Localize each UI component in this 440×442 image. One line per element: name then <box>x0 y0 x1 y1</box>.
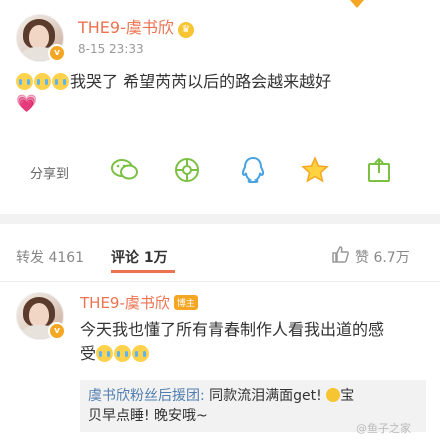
crying-emoji-icon <box>52 73 69 90</box>
share-label: 分享到 <box>30 167 70 182</box>
post-author[interactable]: THE9-虞书欣 ♛ <box>78 14 194 38</box>
tab-divider <box>0 281 440 282</box>
reply-text: 同款流泪满面get! <box>204 388 327 404</box>
crying-emoji-icon <box>114 345 132 362</box>
qq-icon[interactable] <box>236 153 270 187</box>
more-share-icon[interactable] <box>362 153 396 187</box>
cat-emoji-icon <box>326 388 341 402</box>
like-icon[interactable] <box>330 244 350 264</box>
dropdown-arrow-icon[interactable] <box>350 0 364 8</box>
comment-text-line1: 今天我也懂了所有青春制作人看我出道的感 <box>80 320 385 339</box>
comment-text-line2: 受 <box>80 344 97 363</box>
tab-likes[interactable]: 赞 6.7万 <box>355 247 410 267</box>
section-divider <box>0 214 440 224</box>
post-time: 8-15 23:33 <box>78 42 144 56</box>
crying-emoji-icon <box>34 73 51 90</box>
comment-username[interactable]: THE9-虞书欣 <box>80 294 170 312</box>
tab-repost[interactable]: 转发 4161 <box>16 247 84 267</box>
post-body: 我哭了 希望芮芮以后的路会越来越好 💗 <box>16 71 436 115</box>
reply-username[interactable]: 虞书欣粉丝后援团: <box>88 388 205 404</box>
post-username[interactable]: THE9-虞书欣 <box>78 18 174 37</box>
watermark: @鱼子之家 <box>356 422 411 435</box>
crying-emoji-icon <box>16 73 33 90</box>
favorite-star-icon[interactable] <box>298 153 332 187</box>
reply-text-line2: 贝早点睡! 晚安哦~ <box>88 408 208 424</box>
wechat-icon[interactable] <box>108 153 142 187</box>
author-badge: 博主 <box>173 295 198 310</box>
crown-icon: ♛ <box>177 22 194 38</box>
verified-icon: v <box>48 44 66 62</box>
post-text: 我哭了 希望芮芮以后的路会越来越好 <box>70 72 332 91</box>
tab-comments[interactable]: 评论 1万 <box>111 247 168 267</box>
pink-heart-icon: 💗 <box>16 94 38 114</box>
crying-emoji-icon <box>96 345 114 362</box>
crying-emoji-icon <box>132 345 150 362</box>
comment-body: 今天我也懂了所有青春制作人看我出道的感 受 <box>80 318 436 366</box>
comment-author[interactable]: THE9-虞书欣 博主 <box>80 292 198 313</box>
verified-icon: v <box>48 322 66 340</box>
moments-icon[interactable] <box>170 153 204 187</box>
active-tab-underline <box>111 270 175 273</box>
